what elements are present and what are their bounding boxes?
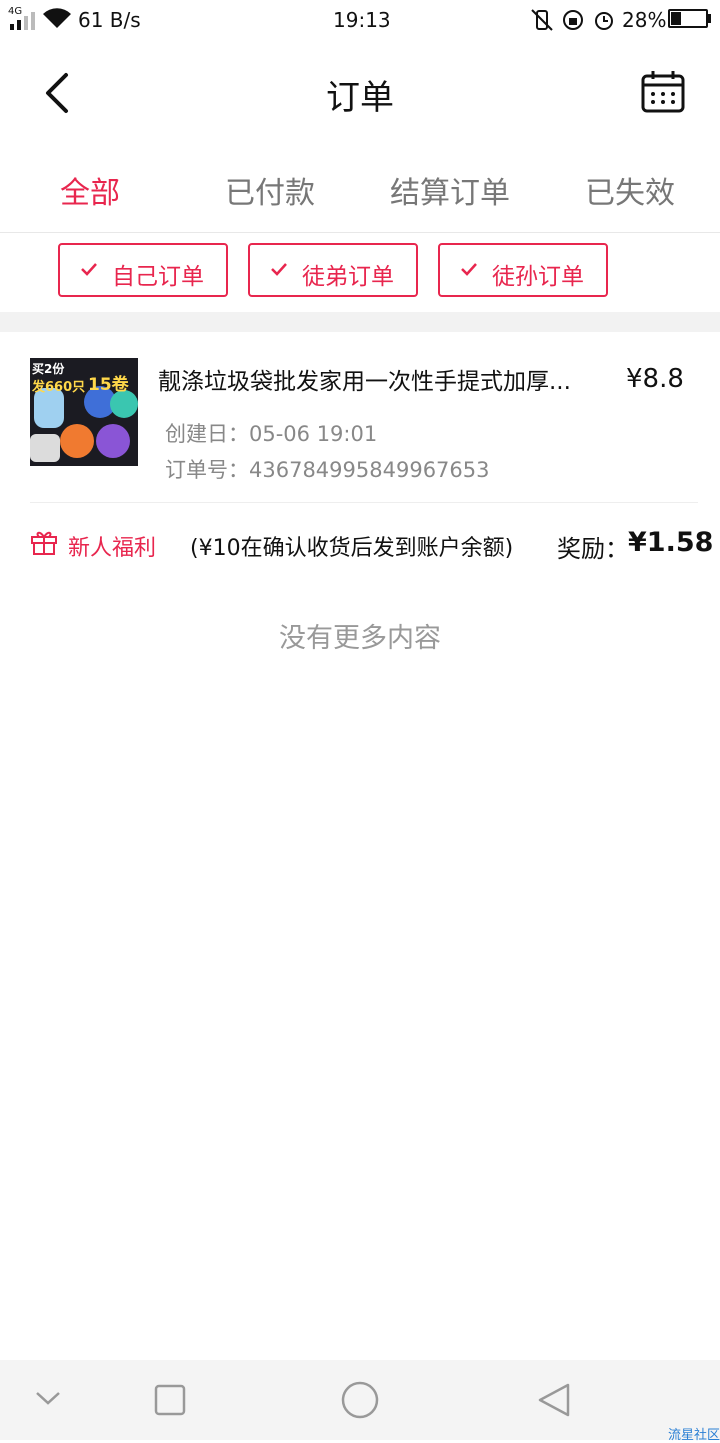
wifi-icon [43,8,71,28]
card-divider [30,502,698,503]
section-separator [0,312,720,332]
check-icon [461,263,477,276]
tab-settled[interactable]: 结算订单 [360,168,540,212]
order-number: 订单号：436784995849967653 [165,454,490,484]
newbie-bonus-label: 新人福利 [68,536,157,561]
thumb-bag-purple [96,424,130,458]
check-icon [81,263,97,276]
calendar-button[interactable] [640,70,686,114]
thumb-bag-orange [60,424,94,458]
created-value: 05-06 19:01 [249,422,378,446]
filter-label: 徒弟订单 [302,264,394,290]
reward-value: ¥1.58 [628,527,714,558]
status-bar: 4G 61 B/s 19:13 28% [0,0,720,40]
filter-apprentice-orders[interactable]: 徒弟订单 [248,243,418,297]
battery-icon [668,9,708,28]
order-no-value: 436784995849967653 [249,458,490,482]
chevron-down-icon[interactable] [34,1388,62,1408]
recent-apps-icon[interactable] [154,1384,186,1416]
created-label: 创建日： [165,422,249,446]
filter-label: 自己订单 [112,264,204,290]
tab-all[interactable]: 全部 [0,168,180,212]
vibrate-icon [531,9,553,31]
tabs-divider [0,232,720,233]
clock: 19:13 [333,8,391,32]
product-thumbnail[interactable]: 买2份 发660只 15卷 [30,358,138,466]
battery-tip [708,14,711,23]
home-icon[interactable] [340,1380,380,1420]
back-triangle-icon[interactable] [536,1382,572,1418]
thumb-text-line1: 买2份 [32,362,65,376]
thumb-badge: 15卷 [88,375,129,395]
tab-expired[interactable]: 已失效 [540,168,720,212]
product-price: ¥8.8 [626,364,684,394]
tab-paid[interactable]: 已付款 [180,168,360,212]
gift-icon [31,531,57,555]
created-date: 创建日：05-06 19:01 [165,418,377,448]
bonus-note: (¥10在确认收货后发到账户余额) [190,536,514,561]
product-title[interactable]: 靓涤垃圾袋批发家用一次性手提式加厚... [158,362,598,396]
battery-fill [671,12,681,25]
battery-percent: 28% [622,8,667,32]
filter-label: 徒孙订单 [492,264,584,290]
thumb-text-line2: 发660只 [32,380,86,395]
order-no-label: 订单号： [165,458,249,482]
filter-own-orders[interactable]: 自己订单 [58,243,228,297]
reward-label: 奖励： [557,535,629,563]
no-more-content: 没有更多内容 [279,623,441,654]
signal-icon [10,12,35,30]
filter-grand-apprentice-orders[interactable]: 徒孙订单 [438,243,608,297]
calendar-icon [641,71,685,113]
alarm-icon [595,12,613,30]
check-icon [271,263,287,276]
thumb-bag-white [30,434,60,462]
rotation-lock-icon [563,10,583,30]
system-nav-bar [0,1360,720,1440]
watermark: 流星社区 [668,1428,720,1443]
network-speed: 61 B/s [78,8,141,32]
page-title: 订单 [326,78,394,118]
